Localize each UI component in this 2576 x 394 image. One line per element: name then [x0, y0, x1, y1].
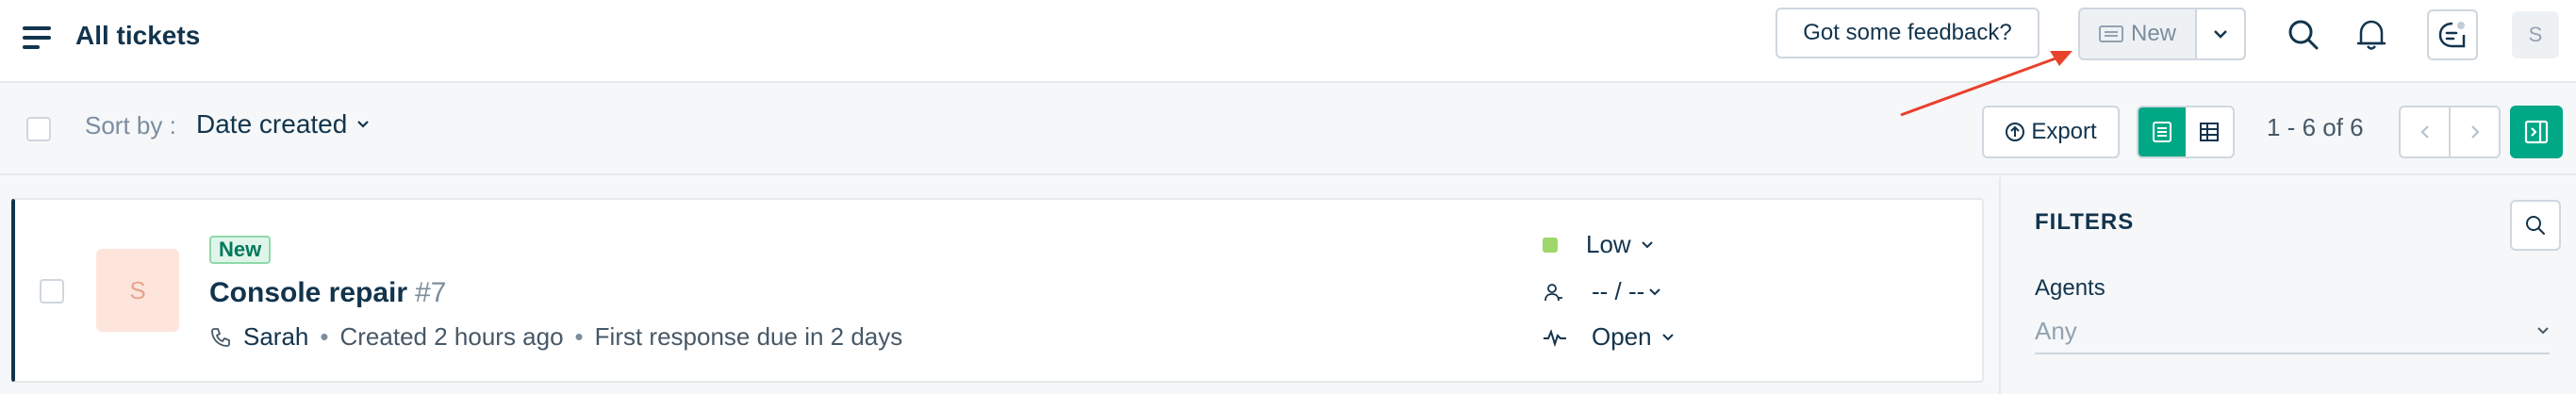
list-view-icon — [2153, 122, 2171, 142]
agents-filter-value: Any — [2035, 316, 2077, 345]
previous-page-button[interactable] — [2401, 107, 2451, 156]
agents-filter-label: Agents — [2035, 275, 2105, 301]
ticket-subject-text: Console repair — [209, 277, 408, 308]
pagination-nav — [2399, 106, 2501, 158]
sort-value: Date created — [196, 109, 348, 139]
priority-indicator-icon — [1543, 237, 1558, 253]
search-icon[interactable] — [2280, 11, 2327, 58]
freddy-assistant-button[interactable] — [2427, 9, 2478, 60]
requester-avatar: S — [96, 249, 179, 332]
chevron-left-icon — [2419, 125, 2429, 139]
top-header: All tickets Got some feedback? New S — [0, 0, 2576, 83]
ticket-icon — [2098, 25, 2123, 42]
sort-label: Sort by : — [85, 111, 176, 140]
ticket-card[interactable]: S New Console repair #7 Sarah • Created 2… — [11, 198, 1984, 383]
filters-search-button[interactable] — [2510, 200, 2561, 251]
ticket-id: #7 — [415, 277, 447, 308]
phone-icon — [211, 327, 230, 347]
priority-value: Low — [1586, 230, 1631, 258]
agents-filter-select[interactable]: Any — [2035, 309, 2550, 354]
ticket-status-value: Open — [1592, 322, 1652, 351]
ticket-meta: Sarah • Created 2 hours ago • First resp… — [209, 322, 902, 352]
assignee-dropdown[interactable]: -- / -- — [1543, 277, 1661, 306]
chevron-down-icon — [2214, 30, 2227, 39]
chevron-right-icon — [2470, 125, 2480, 139]
view-toggle — [2137, 106, 2235, 158]
table-view-icon — [2200, 123, 2219, 141]
bell-icon[interactable] — [2348, 11, 2395, 58]
ticket-subject[interactable]: Console repair #7 — [209, 277, 446, 309]
chevron-down-icon — [2537, 327, 2549, 335]
panel-icon — [2524, 120, 2549, 144]
next-page-button[interactable] — [2451, 107, 2499, 156]
separator-dot: • — [574, 322, 584, 351]
filters-panel: FILTERS Agents Any — [1999, 177, 2576, 394]
new-button[interactable]: New — [2080, 9, 2197, 58]
new-dropdown-button[interactable] — [2197, 9, 2244, 58]
assignee-value: -- / -- — [1592, 277, 1645, 305]
chevron-down-icon — [357, 121, 370, 128]
sort-dropdown[interactable]: Date created — [196, 109, 370, 140]
menu-icon[interactable] — [23, 26, 51, 49]
filters-title: FILTERS — [2035, 209, 2135, 235]
separator-dot: • — [320, 322, 329, 351]
user-avatar[interactable]: S — [2512, 11, 2559, 58]
ticket-checkbox[interactable] — [40, 279, 64, 304]
chat-bot-icon — [2438, 22, 2466, 48]
first-response-due: First response due in 2 days — [594, 322, 903, 351]
activity-icon — [1544, 328, 1566, 347]
pagination-info: 1 - 6 of 6 — [2267, 113, 2364, 141]
filter-panel-toggle[interactable] — [2510, 106, 2563, 158]
new-button-label: New — [2130, 21, 2176, 46]
page-title: All tickets — [75, 21, 201, 50]
export-icon — [2006, 123, 2025, 141]
table-view-button[interactable] — [2186, 107, 2233, 156]
select-all-checkbox[interactable] — [26, 117, 51, 141]
chevron-down-icon — [1649, 287, 1661, 295]
chevron-down-icon — [1661, 333, 1674, 340]
export-button[interactable]: Export — [1982, 106, 2120, 158]
status-badge: New — [209, 236, 272, 264]
feedback-button[interactable]: Got some feedback? — [1775, 8, 2039, 58]
card-view-button[interactable] — [2138, 107, 2186, 156]
created-time: Created 2 hours ago — [339, 322, 564, 351]
priority-dropdown[interactable]: Low — [1543, 230, 1654, 259]
search-icon — [2526, 216, 2545, 235]
export-label: Export — [2031, 119, 2097, 144]
requester-name[interactable]: Sarah — [243, 322, 308, 352]
list-toolbar: Sort by : Date created Export 1 - 6 of 6 — [0, 85, 2576, 175]
new-button-group: New — [2078, 8, 2246, 60]
chevron-down-icon — [1641, 240, 1653, 248]
agent-icon — [1544, 283, 1562, 301]
ticket-status-dropdown[interactable]: Open — [1543, 322, 1675, 352]
